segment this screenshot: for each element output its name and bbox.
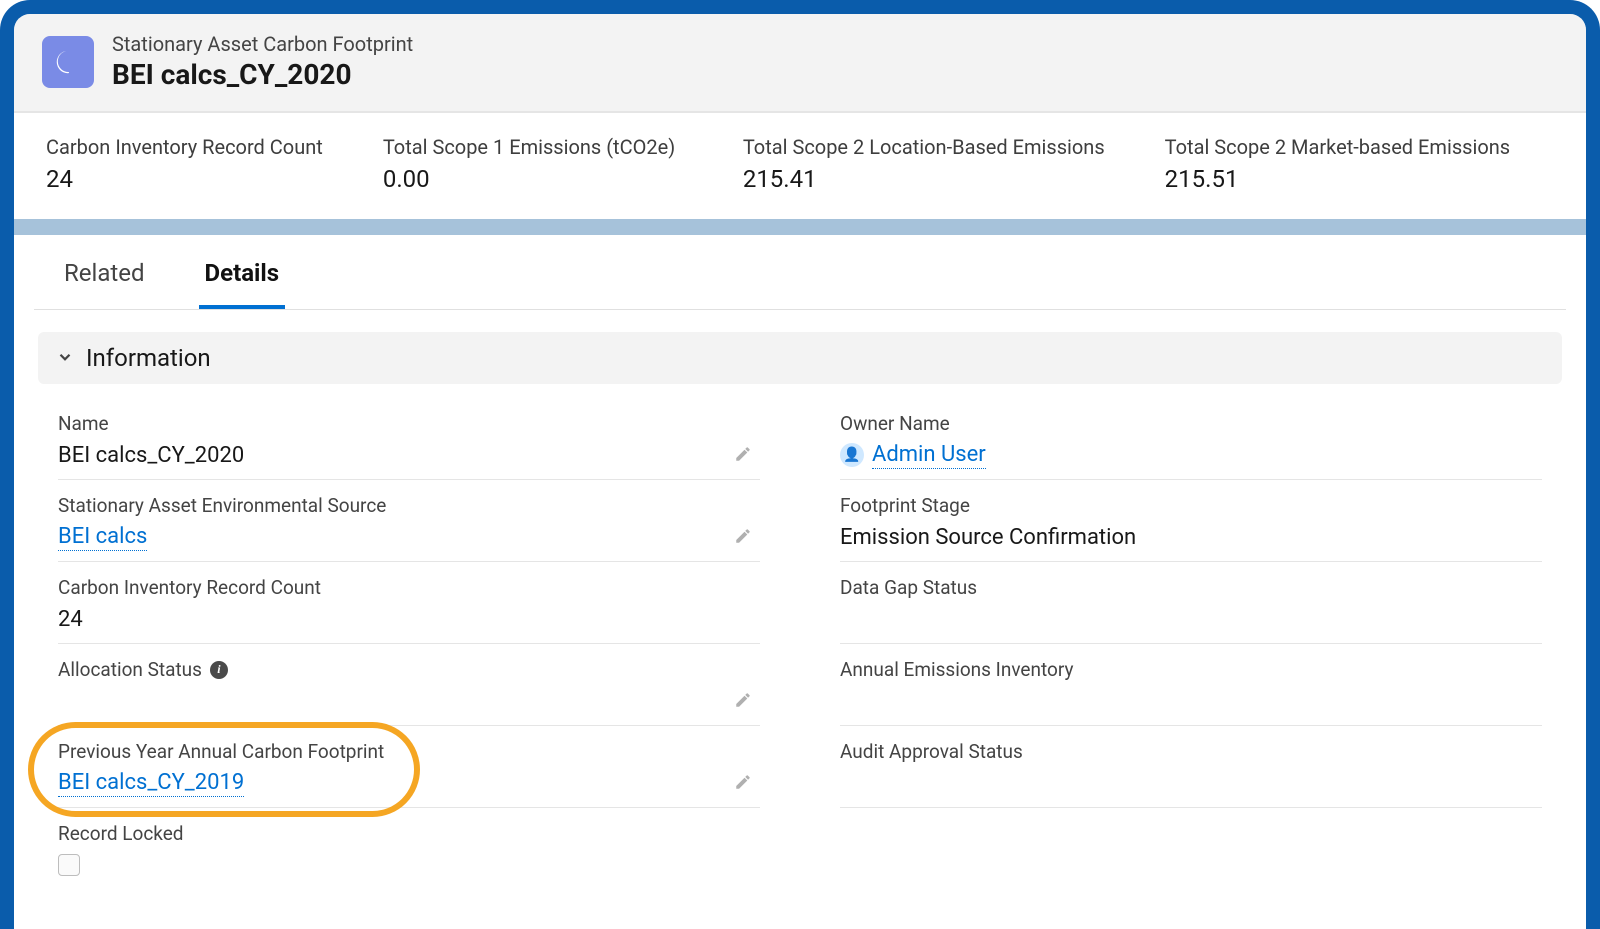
tab-bar: Related Details — [34, 235, 1566, 310]
chevron-down-icon — [56, 344, 74, 372]
field-value: 24 — [58, 605, 760, 633]
record-header-text: Stationary Asset Carbon Footprint BEI ca… — [112, 32, 413, 91]
metric-value: 215.51 — [1165, 165, 1510, 193]
field-value: 👤 Admin User — [840, 441, 1542, 469]
metric-scope2-market: Total Scope 2 Market-based Emissions 215… — [1165, 135, 1510, 193]
edit-icon[interactable] — [734, 691, 752, 713]
section-information-header[interactable]: Information — [38, 332, 1562, 384]
field-label: Previous Year Annual Carbon Footprint — [58, 740, 760, 763]
field-label: Footprint Stage — [840, 494, 1542, 517]
record-type-icon — [42, 36, 94, 88]
metric-value: 0.00 — [383, 165, 683, 193]
field-name: Name BEI calcs_CY_2020 — [58, 398, 760, 480]
env-source-link[interactable]: BEI calcs — [58, 524, 147, 551]
field-footprint-stage: Footprint Stage Emission Source Confirma… — [840, 480, 1542, 562]
metrics-row: Carbon Inventory Record Count 24 Total S… — [14, 112, 1586, 219]
field-data-gap: Data Gap Status — [840, 562, 1542, 644]
field-value — [840, 769, 1542, 797]
field-label: Stationary Asset Environmental Source — [58, 494, 760, 517]
field-allocation-status: Allocation Status i — [58, 644, 760, 726]
field-value: BEI calcs_CY_2019 — [58, 769, 760, 797]
detail-panel: Related Details Information Name BEI cal… — [14, 235, 1586, 929]
field-value — [58, 851, 760, 879]
app-frame: Stationary Asset Carbon Footprint BEI ca… — [0, 0, 1600, 929]
owner-link[interactable]: Admin User — [872, 442, 986, 469]
separator-band — [14, 219, 1586, 235]
metric-scope1: Total Scope 1 Emissions (tCO2e) 0.00 — [383, 135, 683, 193]
label-text: Allocation Status — [58, 658, 202, 681]
section-title: Information — [86, 344, 211, 372]
edit-icon[interactable] — [734, 527, 752, 549]
field-annual-inventory: Annual Emissions Inventory — [840, 644, 1542, 726]
field-value: Emission Source Confirmation — [840, 523, 1542, 551]
field-label: Data Gap Status — [840, 576, 1542, 599]
metric-label: Total Scope 2 Market-based Emissions — [1165, 135, 1510, 159]
record-locked-checkbox[interactable] — [58, 854, 80, 876]
fields-grid: Name BEI calcs_CY_2020 Owner Name 👤 Admi… — [34, 384, 1566, 889]
field-record-locked: Record Locked — [58, 808, 760, 889]
field-value — [840, 605, 1542, 633]
field-value: BEI calcs — [58, 523, 760, 551]
record-type-label: Stationary Asset Carbon Footprint — [112, 32, 413, 56]
field-label: Audit Approval Status — [840, 740, 1542, 763]
prev-year-link[interactable]: BEI calcs_CY_2019 — [58, 770, 244, 797]
field-prev-year-footprint: Previous Year Annual Carbon Footprint BE… — [58, 726, 760, 808]
field-label: Name — [58, 412, 760, 435]
tab-related[interactable]: Related — [58, 235, 151, 309]
metric-label: Total Scope 1 Emissions (tCO2e) — [383, 135, 683, 159]
field-env-source: Stationary Asset Environmental Source BE… — [58, 480, 760, 562]
tab-details[interactable]: Details — [199, 235, 286, 309]
metric-label: Carbon Inventory Record Count — [46, 135, 323, 159]
field-audit-approval: Audit Approval Status — [840, 726, 1542, 808]
record-header: Stationary Asset Carbon Footprint BEI ca… — [14, 14, 1586, 112]
edit-icon[interactable] — [734, 445, 752, 467]
field-label: Allocation Status i — [58, 658, 760, 681]
metric-carbon-inventory-count: Carbon Inventory Record Count 24 — [46, 135, 323, 193]
info-icon[interactable]: i — [210, 661, 228, 679]
metric-value: 215.41 — [743, 165, 1105, 193]
metric-label: Total Scope 2 Location-Based Emissions — [743, 135, 1105, 159]
record-title: BEI calcs_CY_2020 — [112, 58, 413, 91]
field-label: Annual Emissions Inventory — [840, 658, 1542, 681]
edit-icon[interactable] — [734, 773, 752, 795]
field-inventory-count: Carbon Inventory Record Count 24 — [58, 562, 760, 644]
field-value: BEI calcs_CY_2020 — [58, 441, 760, 469]
field-value — [58, 687, 760, 715]
metric-value: 24 — [46, 165, 323, 193]
field-value — [840, 687, 1542, 715]
field-owner-name: Owner Name 👤 Admin User — [840, 398, 1542, 480]
avatar: 👤 — [840, 443, 864, 467]
field-label: Owner Name — [840, 412, 1542, 435]
metric-scope2-location: Total Scope 2 Location-Based Emissions 2… — [743, 135, 1105, 193]
field-label: Carbon Inventory Record Count — [58, 576, 760, 599]
field-empty — [840, 808, 1542, 889]
